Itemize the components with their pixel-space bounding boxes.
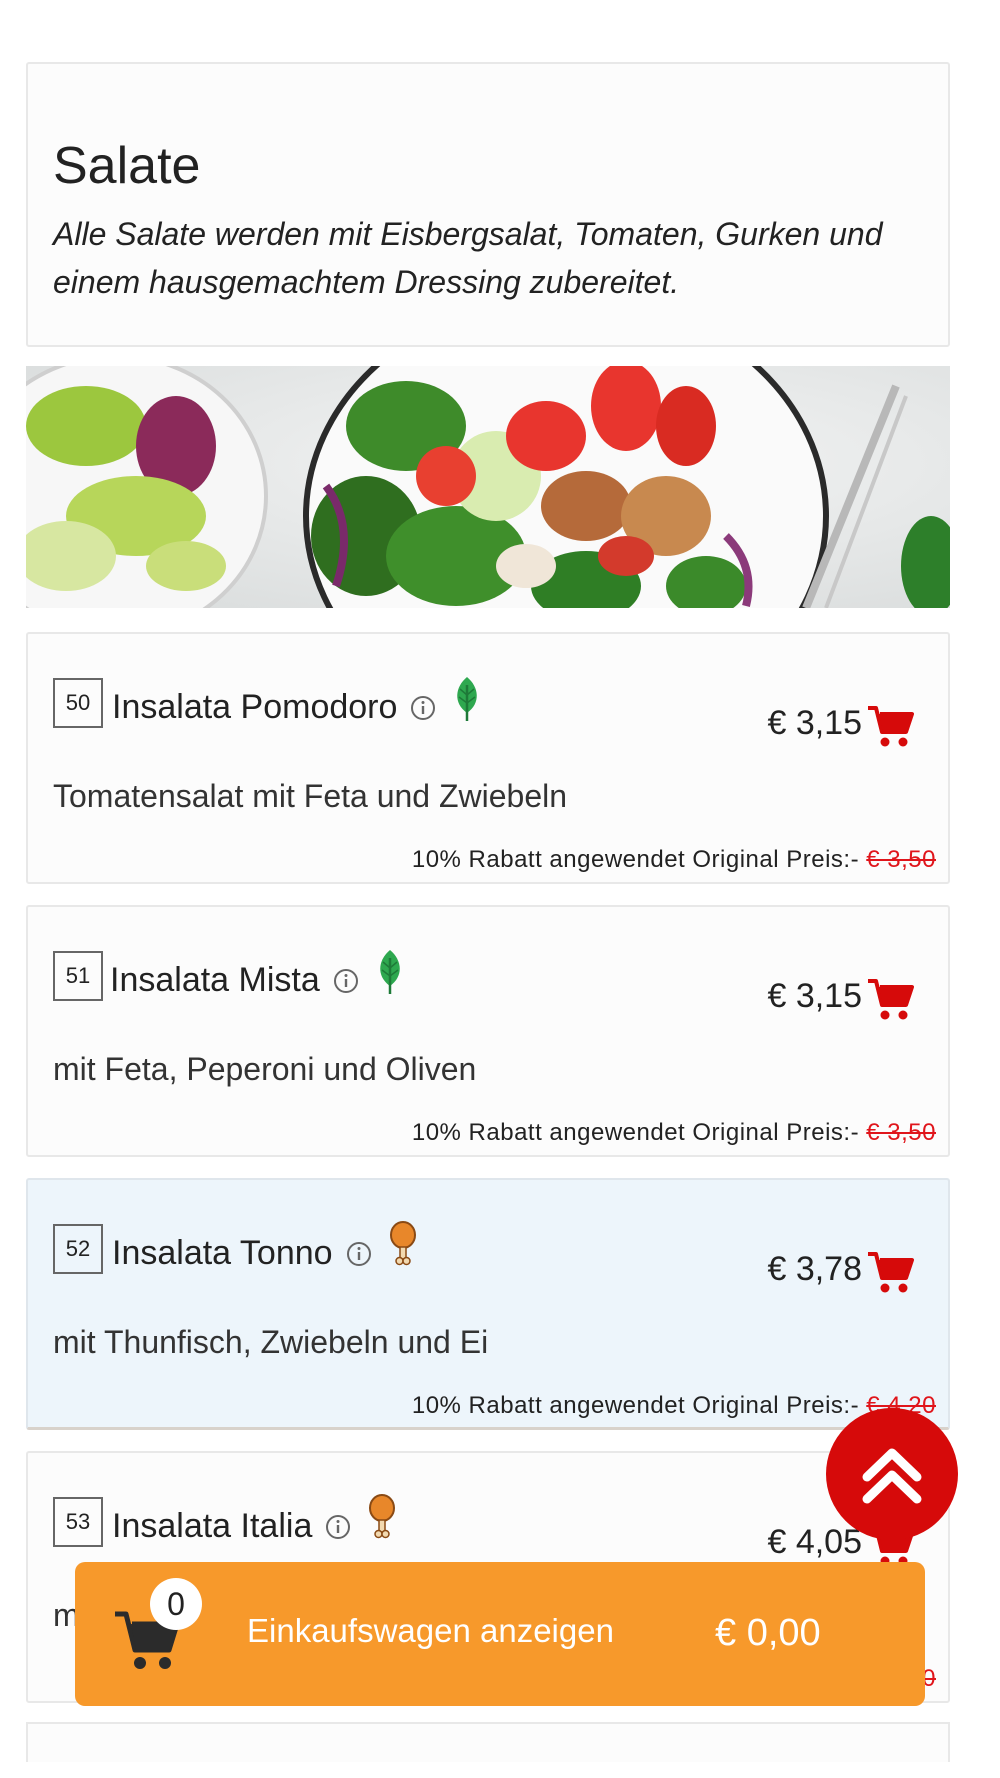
item-description: Tomatensalat mit Feta und Zwiebeln [53, 778, 568, 814]
leaf-icon [380, 949, 400, 994]
item-name: Insalata Mista [110, 961, 320, 999]
info-icon[interactable] [409, 694, 437, 722]
add-to-cart-icon[interactable] [866, 975, 914, 1023]
info-icon[interactable] [332, 967, 360, 995]
item-name: Insalata Pomodoro [112, 688, 398, 726]
info-icon[interactable] [324, 1513, 352, 1541]
add-to-cart-icon[interactable] [866, 1248, 914, 1296]
item-price: € 3,15 [767, 704, 862, 742]
item-number: 52 [53, 1224, 103, 1274]
discount-note: 10% Rabatt angewendet Original Preis:- €… [412, 1119, 936, 1147]
discount-text: 10% Rabatt angewendet Original Preis:- [411, 1392, 860, 1419]
item-description: mit Thunfisch, Zwiebeln und Ei [53, 1324, 489, 1360]
item-price: € 3,15 [767, 977, 862, 1015]
chicken-leg-icon [369, 1493, 396, 1538]
menu-item[interactable]: 50 Insalata Pomodoro € 3,15 Tomatensalat… [26, 632, 950, 884]
item-description: mit Feta, Peperoni und Oliven [53, 1051, 477, 1087]
item-number: 51 [53, 951, 103, 1001]
category-description: Alle Salate werden mit Eisbergsalat, Tom… [53, 216, 883, 300]
item-name-row: Insalata Mista [110, 949, 408, 1000]
original-price: € 3,50 [866, 1119, 936, 1146]
item-name: Insalata Italia [112, 1507, 313, 1545]
item-number: 53 [53, 1497, 103, 1547]
discount-text: 10% Rabatt angewendet Original Preis:- [411, 1119, 860, 1146]
item-name-row: Insalata Tonno [112, 1220, 421, 1273]
scroll-to-top-button[interactable] [826, 1408, 958, 1540]
discount-note: 10% Rabatt angewendet Original Preis:- €… [412, 846, 936, 874]
add-to-cart-icon[interactable] [866, 702, 914, 750]
menu-page: Salate Alle Salate werden mit Eisbergsal… [0, 0, 1000, 1778]
leaf-icon [457, 676, 478, 721]
cart-total: € 0,00 [715, 1612, 821, 1654]
discount-note: 10% Rabatt angewendet Original Preis:- €… [412, 1392, 936, 1420]
category-title: Salate [53, 137, 201, 195]
item-name: Insalata Tonno [112, 1234, 333, 1272]
salad-banner-image [26, 366, 950, 608]
cart-count-badge: 0 [150, 1578, 202, 1630]
item-name-row: Insalata Italia [112, 1493, 400, 1546]
category-header: Salate Alle Salate werden mit Eisbergsal… [26, 62, 950, 347]
cart-label: Einkaufswagen anzeigen [247, 1612, 614, 1649]
double-chevron-up-icon [862, 1448, 922, 1504]
discount-text: 10% Rabatt angewendet Original Preis:- [411, 846, 860, 873]
menu-item[interactable]: 51 Insalata Mista € 3,15 mit Feta, Peper… [26, 905, 950, 1157]
original-price: € 3,50 [866, 846, 936, 873]
info-icon[interactable] [345, 1240, 373, 1268]
menu-item[interactable]: 52 Insalata Tonno € 3,78 mit Thunfisch, … [26, 1178, 950, 1430]
view-cart-button[interactable]: 0 Einkaufswagen anzeigen € 0,00 [75, 1562, 925, 1706]
item-price: € 4,05 [767, 1523, 862, 1561]
item-name-row: Insalata Pomodoro [112, 676, 485, 727]
item-price: € 3,78 [767, 1250, 862, 1288]
chicken-leg-icon [389, 1220, 416, 1265]
next-menu-item-edge [26, 1722, 950, 1762]
item-number: 50 [53, 678, 103, 728]
